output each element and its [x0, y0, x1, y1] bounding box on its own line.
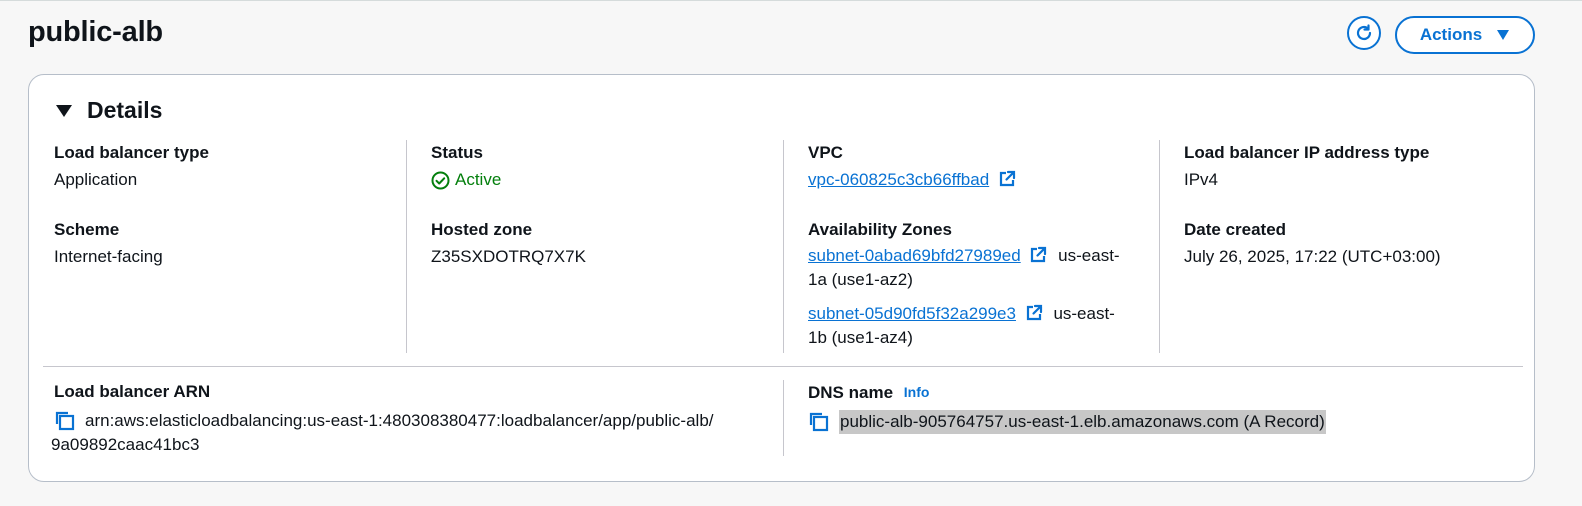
field-date-created: Date created July 26, 2025, 17:22 (UTC+0… — [1184, 219, 1441, 269]
arn-line: 9a09892caac41bc3 — [51, 435, 200, 454]
field-value: Z35SXDOTRQ7X7K — [431, 247, 586, 266]
field-label: Load balancer IP address type — [1184, 143, 1430, 162]
subnet-link[interactable]: subnet-0abad69bfd27989ed — [808, 246, 1021, 265]
column-divider — [1159, 140, 1160, 353]
external-link-icon[interactable] — [1025, 304, 1043, 322]
section-title: Details — [87, 97, 163, 123]
field-hosted-zone: Hosted zone Z35SXDOTRQ7X7K — [431, 219, 586, 269]
field-value: Application — [54, 170, 138, 189]
column-divider — [783, 140, 784, 353]
field-arn: Load balancer ARN arn:aws:elasticloadbal… — [51, 381, 774, 457]
field-label: Availability Zones — [808, 220, 952, 239]
field-vpc: VPC vpc-060825c3cb66ffbad — [808, 142, 1016, 192]
caret-down-icon — [56, 104, 72, 117]
column-divider — [406, 140, 407, 353]
field-label: Load balancer ARN — [54, 382, 211, 401]
actions-button[interactable]: Actions — [1395, 16, 1535, 54]
vpc-link[interactable]: vpc-060825c3cb66ffbad — [808, 170, 989, 189]
page-title: public-alb — [28, 16, 163, 48]
refresh-icon — [1356, 24, 1372, 41]
copy-icon[interactable] — [54, 410, 75, 431]
field-label: VPC — [808, 143, 843, 162]
az-zone-detail: 1b (use1-az4) — [808, 328, 913, 347]
status-positive-icon — [431, 171, 450, 189]
az-item: subnet-05d90fd5f32a299e3 us-east- 1b (us… — [808, 302, 1138, 350]
refresh-button[interactable] — [1347, 16, 1381, 50]
external-link-icon[interactable] — [998, 170, 1016, 188]
status-text: Active — [455, 170, 502, 189]
column-divider — [783, 380, 784, 456]
details-container: Details Load balancer type Application S… — [28, 74, 1535, 482]
field-label: Scheme — [54, 220, 120, 239]
field-value: IPv4 — [1184, 170, 1219, 189]
arn-value: arn:aws:elasticloadbalancing:us-east-1:4… — [85, 409, 714, 433]
info-link[interactable]: Info — [904, 384, 930, 400]
dns-name-value[interactable]: public-alb-905764757.us-east-1.elb.amazo… — [839, 410, 1326, 434]
external-link-icon[interactable] — [1029, 246, 1047, 264]
field-label: DNS name — [808, 383, 894, 402]
row-divider — [43, 366, 1523, 367]
actions-button-label: Actions — [1419, 25, 1483, 44]
field-label: Hosted zone — [431, 220, 533, 239]
field-load-balancer-type: Load balancer type Application — [54, 142, 209, 192]
caret-down-icon — [1497, 30, 1510, 40]
field-label: Load balancer type — [54, 143, 209, 162]
details-section-toggle[interactable]: Details — [55, 97, 162, 124]
field-availability-zones: Availability Zones subnet-0abad69bfd2798… — [808, 219, 1138, 350]
field-value: Internet-facing — [54, 247, 163, 266]
field-dns-name: DNS name Info public-alb-905764757.us-ea… — [808, 381, 1326, 434]
az-zone: us-east- — [1058, 246, 1120, 265]
top-border — [0, 0, 1582, 1]
field-label: Status — [431, 143, 483, 162]
field-value: July 26, 2025, 17:22 (UTC+03:00) — [1184, 247, 1441, 266]
status-value: Active — [431, 168, 501, 192]
copy-icon[interactable] — [808, 411, 829, 432]
field-scheme: Scheme Internet-facing — [54, 219, 163, 269]
field-ip-address-type: Load balancer IP address type IPv4 — [1184, 142, 1429, 192]
arn-line: arn:aws:elasticloadbalancing:us-east-1:4… — [85, 411, 714, 430]
az-zone-detail: 1a (use1-az2) — [808, 270, 913, 289]
field-label: Date created — [1184, 220, 1287, 239]
field-status: Status Active — [431, 142, 501, 192]
az-zone: us-east- — [1053, 304, 1115, 323]
az-item: subnet-0abad69bfd27989ed us-east- 1a (us… — [808, 244, 1138, 292]
subnet-link[interactable]: subnet-05d90fd5f32a299e3 — [808, 304, 1016, 323]
